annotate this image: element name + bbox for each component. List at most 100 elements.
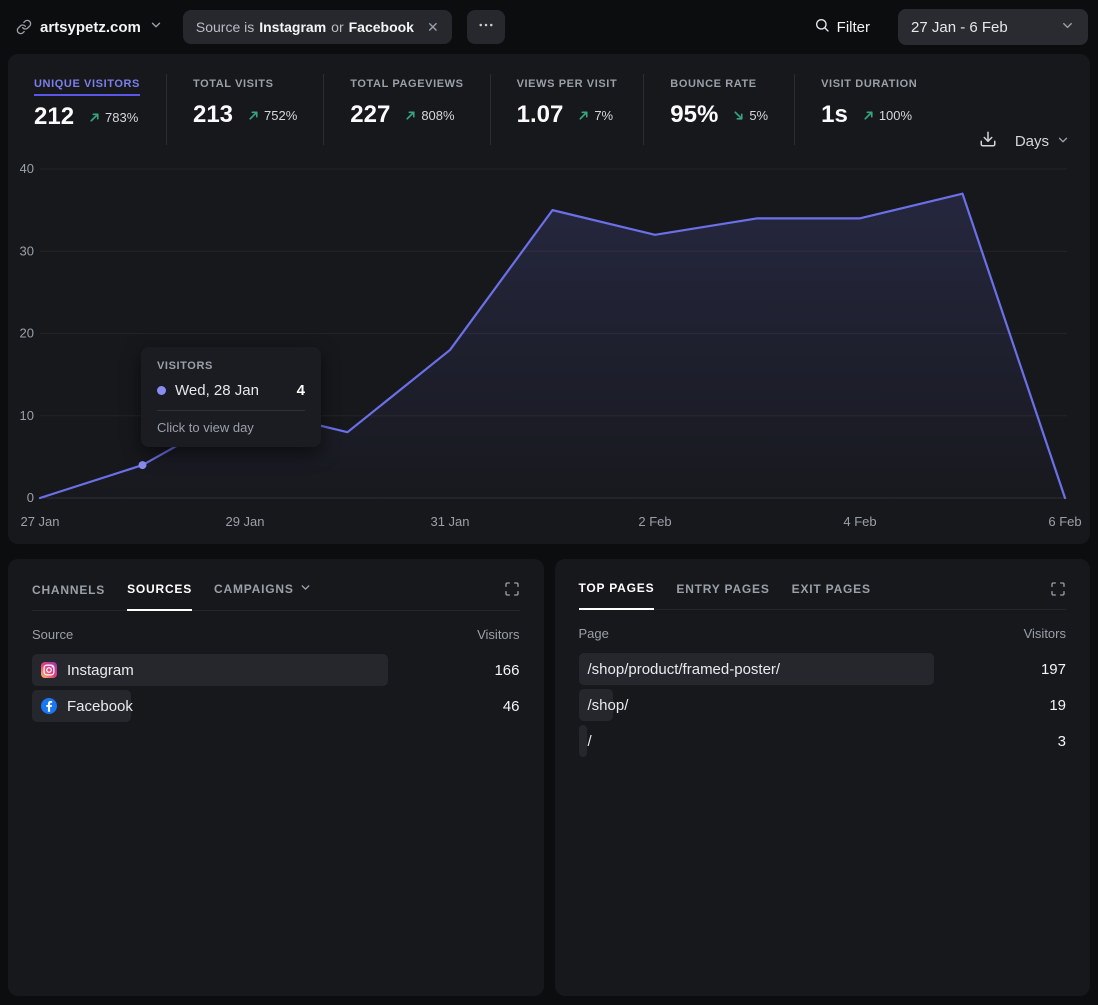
trend-up-icon [88,111,101,124]
download-icon[interactable] [979,130,997,153]
facebook-icon [41,698,57,714]
column-header-left: Page [579,626,609,641]
metric-total-pageviews[interactable]: TOTAL PAGEVIEWS227808% [323,74,489,145]
metric-label: VISIT DURATION [821,78,917,94]
instagram-icon [41,662,57,678]
row-label: / [579,725,1067,757]
column-headers: Source Visitors [32,627,520,642]
table-row[interactable]: /shop/19 [579,689,1067,721]
site-switcher[interactable]: artsypetz.com [10,18,169,37]
series-dot-icon [157,386,166,395]
pages-panel: TOP PAGES ENTRY PAGES EXIT PAGES Page Visi… [555,559,1091,996]
tab-exit-pages[interactable]: EXIT PAGES [792,582,871,609]
row-value: 166 [494,654,519,686]
chevron-down-icon [149,18,163,37]
more-filters-button[interactable] [467,10,505,44]
chevron-down-icon [1056,133,1070,151]
table-row[interactable]: /shop/product/framed-poster/197 [579,653,1067,685]
filter-chip-source1: Instagram [259,19,326,35]
metric-label: VIEWS PER VISIT [517,78,618,94]
table-row[interactable]: Instagram166 [32,654,520,686]
tooltip-divider [157,410,305,411]
metric-value: 1.07 [517,101,564,129]
row-label: /shop/product/framed-poster/ [579,653,1067,685]
metric-change: 752% [247,108,297,123]
tab-top-pages[interactable]: TOP PAGES [579,581,655,610]
metric-change: 808% [404,108,454,123]
metric-visit-duration[interactable]: VISIT DURATION 1s 100% [794,74,943,145]
metric-change: 100% [862,108,912,123]
tooltip-value: 4 [297,382,305,399]
row-label: Facebook [32,690,520,722]
metric-value-row: 213 752% [193,101,297,129]
tab-entry-pages[interactable]: ENTRY PAGES [676,582,769,609]
interval-selector[interactable]: Days [1015,133,1070,151]
metric-value-row: 227 808% [350,101,463,129]
search-icon [814,17,830,38]
site-name: artsypetz.com [40,19,141,36]
date-range-selector[interactable]: 27 Jan - 6 Feb [898,9,1088,45]
sources-tabs: CHANNELS SOURCES CAMPAIGNS [32,581,520,611]
metric-unique-visitors[interactable]: UNIQUE VISITORS212783% [24,74,166,145]
pages-tabs: TOP PAGES ENTRY PAGES EXIT PAGES [579,581,1067,610]
ellipsis-icon [477,16,495,39]
table-row[interactable]: Facebook46 [32,690,520,722]
metric-total-visits[interactable]: TOTAL VISITS213752% [166,74,323,145]
svg-text:10: 10 [20,408,34,423]
top-bar: artsypetz.com Source is Instagram or Fac… [0,0,1098,54]
row-value: 46 [503,690,520,722]
tab-channels[interactable]: CHANNELS [32,583,105,610]
tab-campaigns[interactable]: CAMPAIGNS [214,581,312,610]
metric-views-per-visit[interactable]: VIEWS PER VISIT 1.07 7% [490,74,644,145]
row-value: 3 [1058,725,1066,757]
svg-text:30: 30 [20,243,34,258]
tab-sources[interactable]: SOURCES [127,582,192,611]
metric-value: 1s [821,101,848,129]
tooltip-row: Wed, 28 Jan 4 [157,382,305,399]
chart-tooltip: VISITORS Wed, 28 Jan 4 Click to view day [141,347,321,447]
trend-up-icon [247,109,260,122]
chart-controls: Days [979,130,1070,153]
chart-area: 01020304027 Jan29 Jan31 Jan2 Feb4 Feb6 F… [20,154,1078,536]
svg-text:20: 20 [20,326,34,341]
column-header-right: Visitors [477,627,519,642]
svg-text:27 Jan: 27 Jan [20,514,59,529]
filter-chip[interactable]: Source is Instagram or Facebook ✕ [183,10,452,44]
svg-text:31 Jan: 31 Jan [430,514,469,529]
tooltip-title: VISITORS [157,360,305,372]
metric-value: 212 [34,103,74,131]
metric-change: 7% [577,108,613,123]
stats-row: UNIQUE VISITORS212783%TOTAL VISITS213752… [8,54,1090,145]
metric-value: 213 [193,101,233,129]
expand-icon[interactable] [1050,581,1066,602]
row-value: 197 [1041,653,1066,685]
filter-chip-prefix: Source is [196,19,254,35]
metric-value-row: 95%5% [670,101,768,129]
tooltip-hint: Click to view day [157,420,305,435]
visitors-chart[interactable]: 01020304027 Jan29 Jan31 Jan2 Feb4 Feb6 F… [20,154,1082,536]
link-icon [16,19,32,35]
metric-change: 5% [732,108,768,123]
date-range-value: 27 Jan - 6 Feb [911,19,1008,36]
svg-text:2 Feb: 2 Feb [638,514,671,529]
expand-icon[interactable] [504,581,520,602]
tooltip-date: Wed, 28 Jan [175,382,259,399]
breakdown-section: CHANNELS SOURCES CAMPAIGNS Source Visitors… [8,559,1090,996]
filter-button[interactable]: Filter [814,17,870,38]
metric-value: 227 [350,101,390,129]
pages-list: /shop/product/framed-poster/197/shop/19 /… [579,653,1067,757]
sources-list: Instagram166 Facebook46 [32,654,520,722]
table-row[interactable]: /3 [579,725,1067,757]
metric-bounce-rate[interactable]: BOUNCE RATE95%5% [643,74,794,145]
chevron-down-icon [1060,18,1075,37]
trend-down-icon [732,109,745,122]
column-headers: Page Visitors [579,626,1067,641]
svg-text:6 Feb: 6 Feb [1048,514,1081,529]
filter-chip-source2: Facebook [349,19,414,35]
metric-label: UNIQUE VISITORS [34,78,140,96]
metric-value-row: 1.07 7% [517,101,618,129]
trend-up-icon [577,109,590,122]
column-header-left: Source [32,627,73,642]
close-icon[interactable]: ✕ [427,19,439,36]
row-value: 19 [1049,689,1066,721]
